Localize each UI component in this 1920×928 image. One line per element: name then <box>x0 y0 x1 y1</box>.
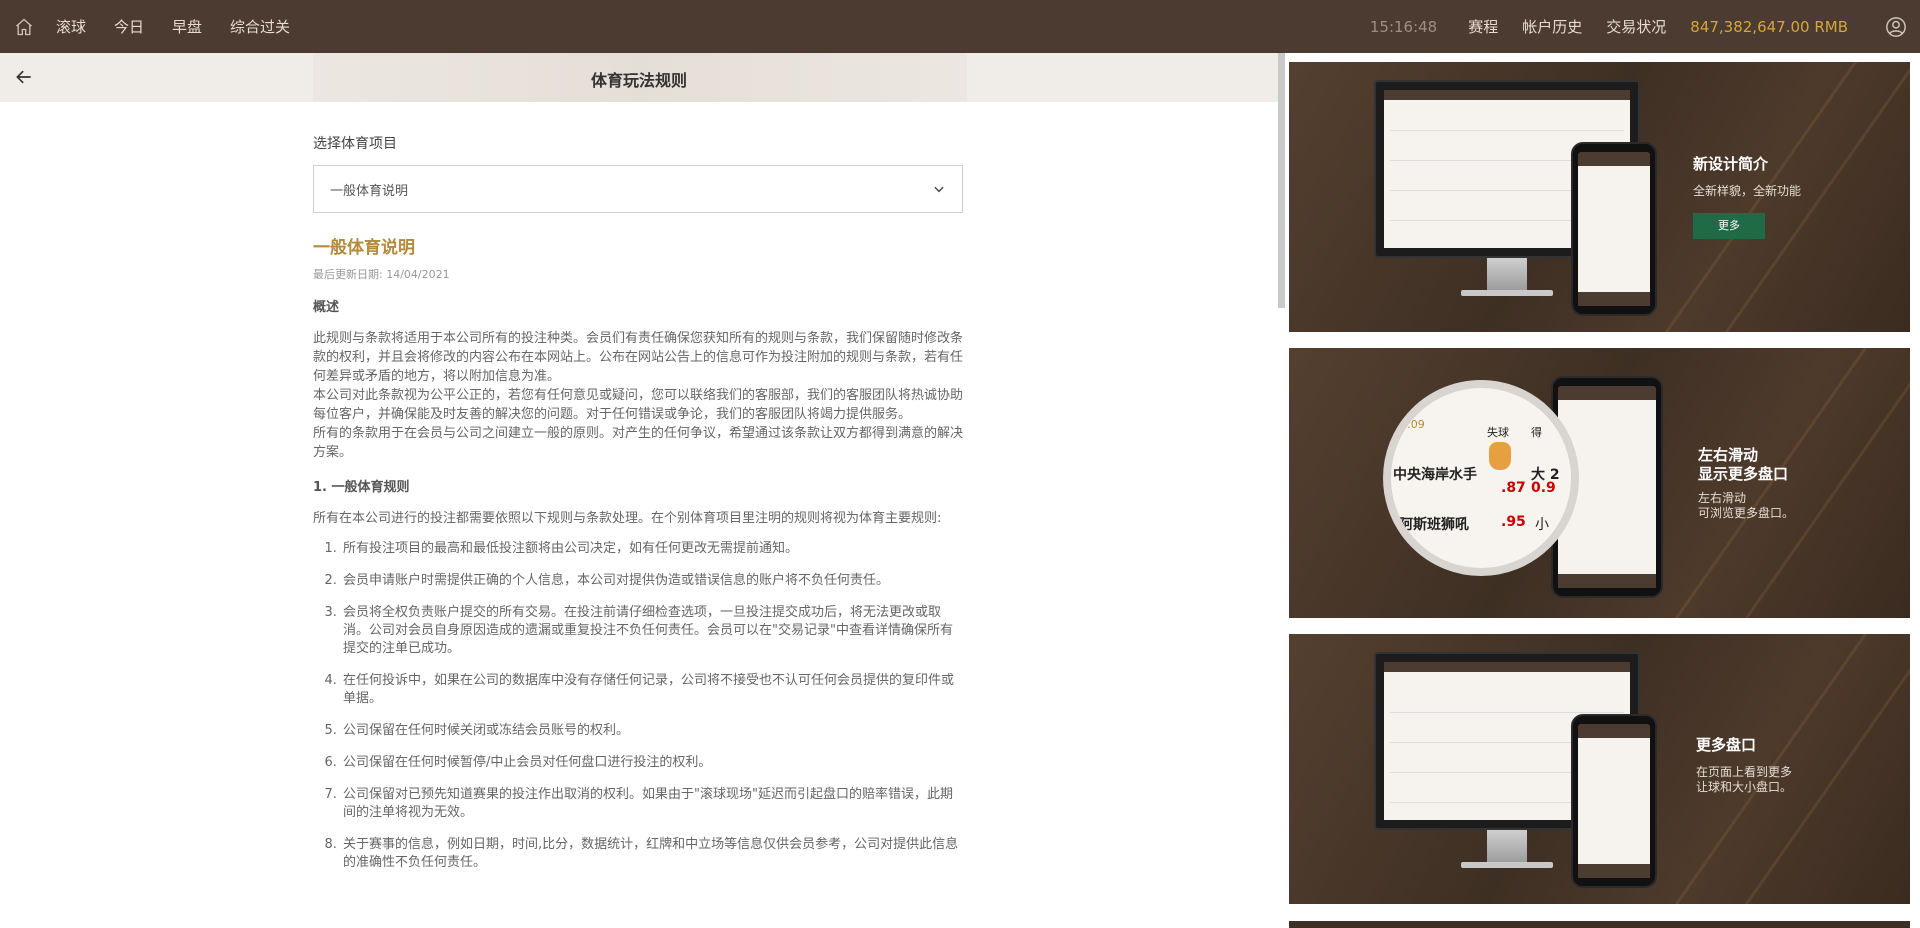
user-icon[interactable] <box>1885 16 1907 38</box>
rule-item: 所有投注项目的最高和最低投注额将由公司决定，如有任何更改无需提前通知。 <box>341 540 963 558</box>
nav-live[interactable]: 滚球 <box>56 16 86 37</box>
promo-card-more-markets[interactable]: 更多盘口 在页面上看到更多 让球和大小盘口。 <box>1289 634 1910 904</box>
clock: 15:16:48 <box>1369 17 1438 36</box>
chevron-down-icon <box>934 186 944 193</box>
rules-list: 所有投注项目的最高和最低投注额将由公司决定，如有任何更改无需提前通知。 会员申请… <box>313 540 963 872</box>
promo-card-swipe[interactable]: 05:09 中央海岸水手 阿斯班狮吼 .87 .95 大 2 0.9 小 失球 … <box>1289 348 1910 618</box>
sport-select-value: 一般体育说明 <box>330 183 409 199</box>
phone-image <box>1571 714 1657 888</box>
rules-content: 选择体育项目 一般体育说明 一般体育说明 最后更新日期: 14/04/2021 … <box>313 133 963 886</box>
section-title: 一般体育说明 <box>313 238 415 258</box>
promo-subtitle: 在页面上看到更多 让球和大小盘口。 <box>1696 765 1793 794</box>
promo-title: 更多盘口 <box>1696 736 1757 754</box>
nav-account-history[interactable]: 帐户历史 <box>1522 16 1582 37</box>
magnifier-image: 05:09 中央海岸水手 阿斯班狮吼 .87 .95 大 2 0.9 小 失球 … <box>1383 380 1579 576</box>
rule-item: 公司保留在任何时候暂停/中止会员对任何盘口进行投注的权利。 <box>341 754 963 772</box>
nav-early[interactable]: 早盘 <box>172 16 202 37</box>
promo-title: 新设计简介 <box>1693 155 1769 173</box>
phone-image <box>1571 142 1657 316</box>
home-icon[interactable] <box>14 17 34 37</box>
promo-panel: 新设计简介 全新样貌，全新功能 更多 05:09 中央海岸水手 阿斯班狮吼 .8… <box>1285 53 1920 928</box>
overview-text: 此规则与条款将适用于本公司所有的投注种类。会员们有责任确保您获知所有的规则与条款… <box>313 329 963 462</box>
scrollbar-thumb[interactable] <box>1278 53 1285 308</box>
sport-select-dropdown[interactable]: 一般体育说明 <box>313 165 963 213</box>
more-button[interactable]: 更多 <box>1693 213 1765 239</box>
overview-paragraph: 此规则与条款将适用于本公司所有的投注种类。会员们有责任确保您获知所有的规则与条款… <box>313 331 964 384</box>
rules-pane: 体育玩法规则 选择体育项目 一般体育说明 一般体育说明 最后更新日期: 14/0… <box>0 53 1285 928</box>
overview-paragraph: 本公司对此条款视为公平公正的，若您有任何意见或疑问，您可以联络我们的客服部，我们… <box>313 388 964 422</box>
sport-select-label: 选择体育项目 <box>313 136 397 152</box>
nav-parlay[interactable]: 综合过关 <box>230 16 290 37</box>
overview-heading: 概述 <box>313 300 340 315</box>
rules-intro: 所有在本公司进行的投注都需要依照以下规则与条款处理。在个别体育项目里注明的规则将… <box>313 511 942 526</box>
rule-item: 公司保留在任何时候关闭或冻结会员账号的权利。 <box>341 722 963 740</box>
page-title: 体育玩法规则 <box>590 71 687 90</box>
promo-card-peek <box>1289 921 1910 928</box>
rule-item: 会员将全权负责账户提交的所有交易。在投注前请仔细检查选项，一旦投注提交成功后，将… <box>341 604 963 658</box>
hand-pointer-icon <box>1489 442 1511 470</box>
rule-item: 公司保留对已预先知道赛果的投注作出取消的权利。如果由于"滚球现场"延迟而引起盘口… <box>341 786 963 822</box>
overview-paragraph: 所有的条款用于在会员与公司之间建立一般的原则。对产生的任何争议，希望通过该条款让… <box>313 426 964 460</box>
nav-today[interactable]: 今日 <box>114 16 144 37</box>
rule-item: 关于赛事的信息，例如日期，时间,比分，数据统计，红牌和中立场等信息仅供会员参考，… <box>341 836 963 872</box>
rules-heading: 1. 一般体育规则 <box>313 480 410 495</box>
promo-card-new-design[interactable]: 新设计简介 全新样貌，全新功能 更多 <box>1289 62 1910 332</box>
top-navigation-bar: 滚球 今日 早盘 综合过关 15:16:48 赛程 帐户历史 交易状况 847,… <box>0 0 1920 53</box>
rule-item: 在任何投诉中，如果在公司的数据库中没有存储任何记录，公司将不接受也不认可任何会员… <box>341 672 963 708</box>
rule-item: 会员申请账户时需提供正确的个人信息，本公司对提供伪造或错误信息的账户将不负任何责… <box>341 572 963 590</box>
title-bar: 体育玩法规则 <box>0 53 1278 102</box>
nav-transaction-status[interactable]: 交易状况 <box>1606 16 1666 37</box>
nav-schedule[interactable]: 赛程 <box>1468 16 1498 37</box>
last-updated: 最后更新日期: 14/04/2021 <box>313 268 450 281</box>
account-balance: 847,382,647.00 RMB <box>1690 17 1848 36</box>
promo-subtitle: 左右滑动 可浏览更多盘口。 <box>1698 491 1795 520</box>
promo-subtitle: 全新样貌，全新功能 <box>1693 184 1802 198</box>
promo-title: 左右滑动 显示更多盘口 <box>1698 446 1789 483</box>
